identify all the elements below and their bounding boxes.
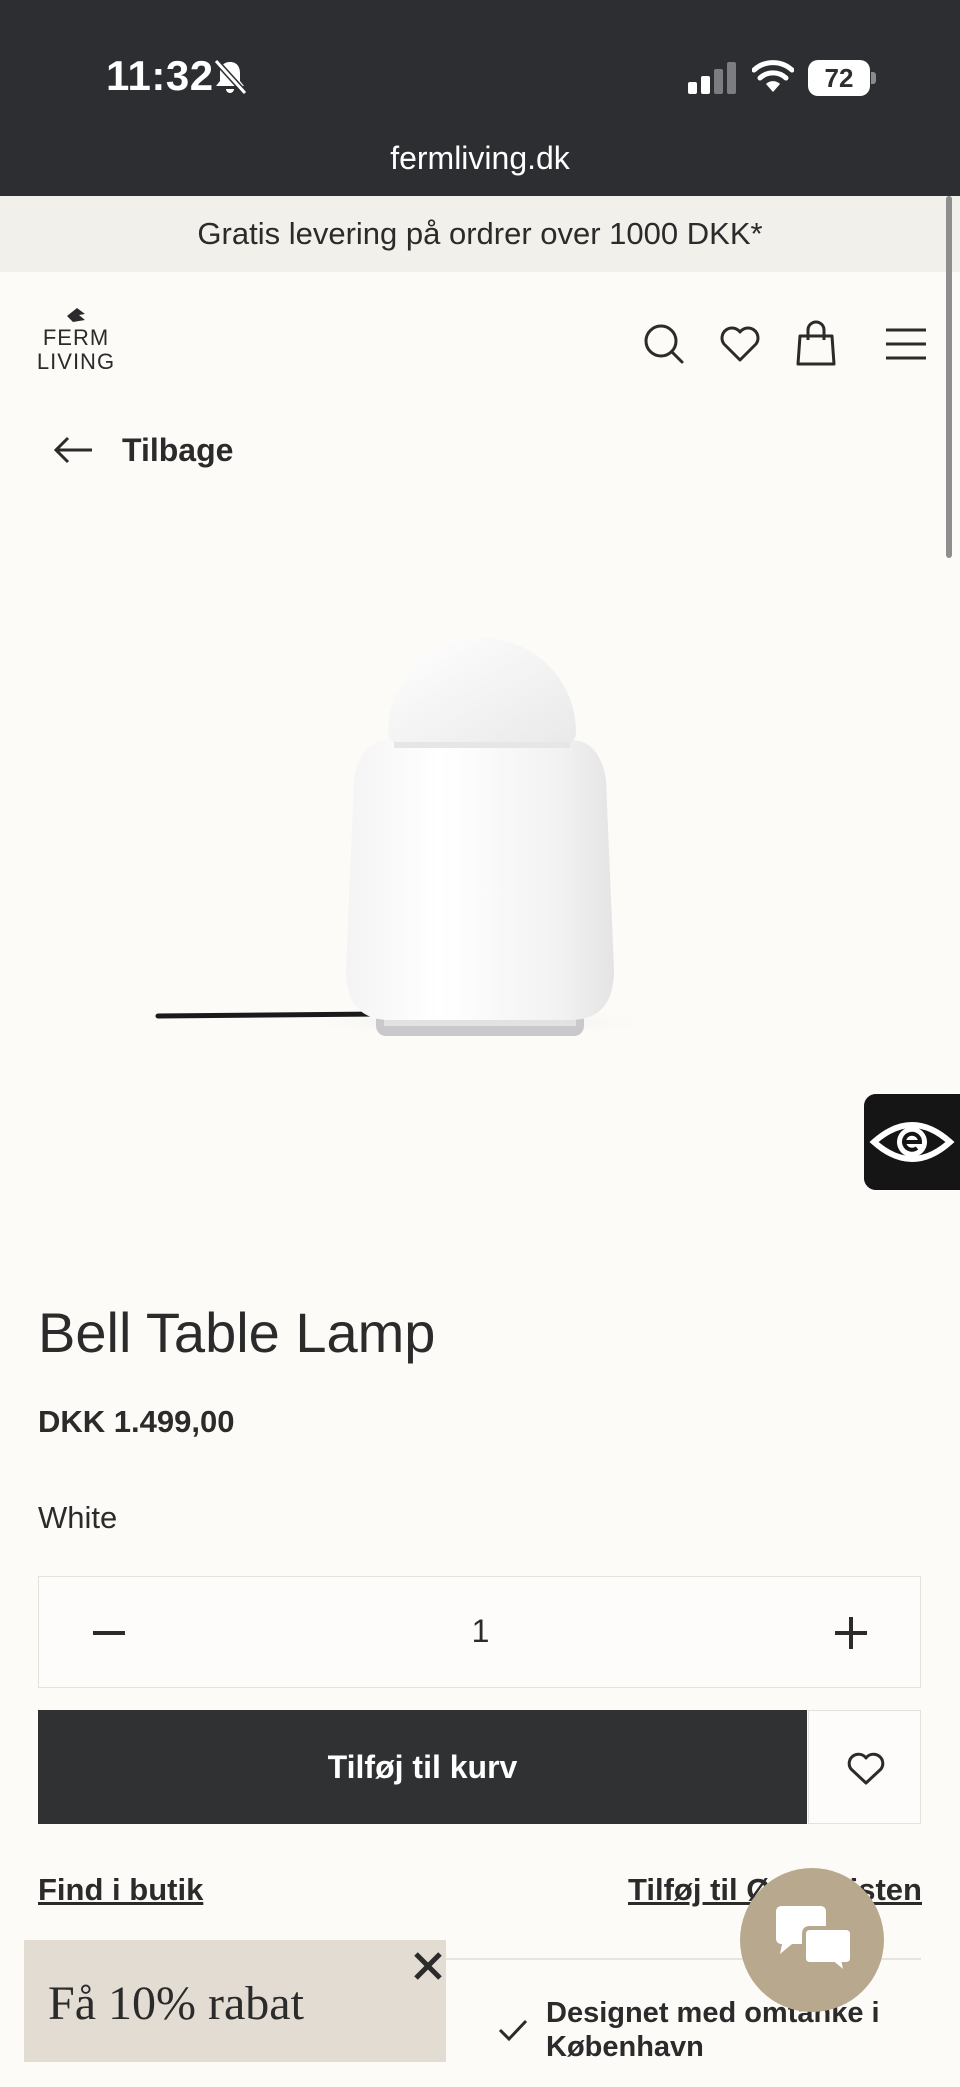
discount-popup[interactable]: Få 10% rabat: [24, 1940, 446, 2062]
logo-line-1: FERM: [42, 325, 110, 350]
wishlist-button[interactable]: [808, 1710, 921, 1824]
heart-icon: [847, 1752, 885, 1785]
heart-icon[interactable]: [716, 320, 764, 368]
status-time: 11:32: [106, 52, 214, 99]
feature-text: Designet med omtanke i København: [546, 1997, 880, 2063]
product-variant: White: [38, 1500, 118, 1535]
page-scrollbar[interactable]: [946, 196, 952, 558]
signal-icon: [688, 62, 736, 94]
feature-item: Designet med omtanke i København: [496, 1996, 916, 2064]
product-image[interactable]: [140, 620, 740, 1060]
find-in-store-link[interactable]: Find i butik: [38, 1872, 203, 1908]
plus-icon[interactable]: [833, 1615, 869, 1651]
checkmark-icon: [498, 2019, 528, 2042]
quantity-stepper: 1: [38, 1576, 921, 1688]
menu-icon[interactable]: [882, 320, 930, 368]
ferm-living-logo[interactable]: FERM LIVING: [36, 306, 116, 382]
logo-bird-icon: [67, 308, 85, 322]
product-title: Bell Table Lamp: [38, 1301, 436, 1364]
chat-button[interactable]: [740, 1868, 884, 2012]
bell-slash-icon: [213, 58, 248, 96]
search-icon[interactable]: [640, 320, 688, 368]
quantity-value[interactable]: 1: [39, 1613, 922, 1650]
chat-bubbles-icon: [776, 1906, 854, 1978]
battery-level: 72: [808, 60, 870, 96]
battery-icon: 72: [808, 60, 876, 96]
back-label: Tilbage: [122, 431, 234, 468]
logo-line-2: LIVING: [36, 349, 116, 374]
add-to-cart-button[interactable]: Tilføj til kurv: [38, 1710, 807, 1824]
accessibility-eye-icon[interactable]: [864, 1094, 960, 1190]
product-price: DKK 1.499,00: [38, 1404, 235, 1439]
status-bar: 11:32 72 fermliving.dk: [0, 0, 960, 196]
back-link[interactable]: Tilbage: [52, 428, 233, 472]
promo-banner: Gratis levering på ordrer over 1000 DKK*: [0, 196, 960, 272]
battery-cap: [871, 72, 876, 84]
address-bar-url[interactable]: fermliving.dk: [0, 140, 960, 177]
wifi-icon: [752, 60, 794, 92]
close-icon[interactable]: [408, 1946, 448, 1986]
arrow-left-icon: [53, 436, 92, 464]
discount-text: Få 10% rabat: [48, 1977, 304, 2030]
bag-icon[interactable]: [792, 320, 840, 368]
